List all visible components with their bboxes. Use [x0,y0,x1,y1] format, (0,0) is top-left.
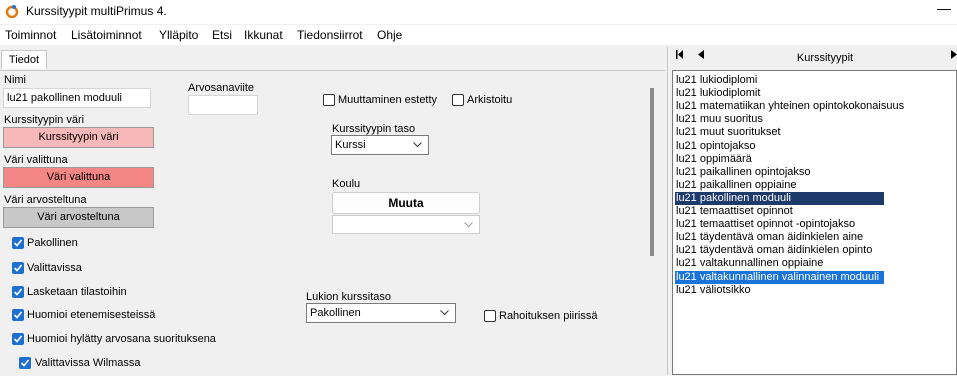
title-bar: Kurssityypit multiPrimus 4. — [0,0,957,24]
menu-yllapito[interactable]: Ylläpito [159,28,198,42]
change-school-button[interactable]: Muuta [332,192,480,214]
list-item[interactable]: lu21 muut suoritukset [675,126,781,139]
name-label: Nimi [4,74,26,86]
graded-color-label: Väri arvosteltuna [4,194,87,206]
list-item[interactable]: lu21 lukiodiplomi [675,74,757,87]
course-color-button[interactable]: Kurssityypin väri [3,127,154,148]
list-item[interactable]: lu21 oppimäärä [675,153,752,166]
menu-toiminnot[interactable]: Toiminnot [5,28,56,42]
huomioi-eten-label: Huomioi etenemisesteissä [27,309,156,321]
menu-etsi[interactable]: Etsi [212,28,232,42]
rahoitus-label: Rahoituksen piirissä [499,310,598,322]
list-item[interactable]: lu21 muu suoritus [675,113,763,126]
muuttaminen-checkbox[interactable] [323,94,335,106]
pakollinen-checkbox[interactable] [12,237,24,249]
tab-tiedot[interactable]: Tiedot [1,50,47,69]
course-type-list[interactable]: lu21 lukiodiplomi lu21 lukiodiplomit lu21 … [672,70,957,375]
lukio-level-value: Pakollinen [310,307,361,319]
grade-suffix-input[interactable] [188,95,258,115]
window-title: Kurssityypit multiPrimus 4. [26,4,167,18]
selected-color-button[interactable]: Väri valittuna [3,167,154,188]
prev-icon[interactable] [698,50,704,62]
list-item[interactable]: lu21 temaattiset opinnot -opintojakso [675,218,855,231]
valittavissa-checkbox[interactable] [12,262,24,274]
minimize-button[interactable]: — [937,0,951,16]
first-page-icon[interactable] [676,50,684,62]
menu-ikkunat[interactable]: Ikkunat [244,28,283,42]
menu-bar: Toiminnot Lisätoiminnot Ylläpito Etsi Ik… [0,25,957,45]
list-item[interactable]: lu21 valtakunnallinen oppiaine [675,257,823,270]
grade-suffix-label: Arvosanaviite [188,82,255,94]
next-icon[interactable] [951,50,957,62]
app-icon [5,5,19,18]
tab-strip: Tiedot [0,47,670,69]
huomioi-hylatty-checkbox[interactable] [12,333,24,345]
muuttaminen-label: Muuttaminen estetty [338,94,438,106]
panel-divider [667,47,668,375]
school-label: Koulu [332,178,361,190]
list-item[interactable]: lu21 pakollinen moduuli [674,190,885,206]
list-title: Kurssityypit [796,52,854,64]
list-item[interactable]: lu21 valtakunnallinen valinnainen moduul… [675,270,884,284]
menu-ohje[interactable]: Ohje [377,28,402,42]
lukio-level-select[interactable]: Pakollinen [306,303,456,323]
menu-tiedonsiirrot[interactable]: Tiedonsiirrot [297,28,363,42]
name-input[interactable]: lu21 pakollinen moduuli [3,88,151,108]
list-item[interactable]: lu21 opintojakso [675,140,756,153]
list-item[interactable]: lu21 täydentävä oman äidinkielen aine [675,231,863,244]
chevron-down-icon [413,142,422,148]
lasketaan-label: Lasketaan tilastoihin [27,286,127,298]
chevron-down-icon [440,310,449,316]
level-label: Kurssityypin taso [332,123,416,135]
course-color-label: Kurssityypin väri [4,114,85,126]
arkistoitu-label: Arkistoitu [467,94,513,106]
list-item[interactable]: lu21 temaattiset opinnot [675,205,793,218]
lukio-level-label: Lukion kurssitaso [306,291,391,303]
selected-color-label: Väri valittuna [4,154,68,166]
school-select[interactable] [332,215,480,234]
list-item[interactable]: lu21 paikallinen oppiaine [675,179,796,192]
graded-color-button[interactable]: Väri arvosteltuna [3,207,154,228]
wilma-label: Valittavissa Wilmassa [35,357,141,369]
list-item[interactable]: lu21 paikallinen opintojakso [675,166,811,179]
list-item[interactable]: lu21 väliotsikko [675,284,751,297]
lasketaan-checkbox[interactable] [12,286,24,298]
level-select[interactable]: Kurssi [331,135,429,155]
valittavissa-label: Valittavissa [27,262,82,274]
huomioi-eten-checkbox[interactable] [12,309,24,321]
arkistoitu-checkbox[interactable] [452,94,464,106]
pakollinen-label: Pakollinen [27,237,78,249]
level-value: Kurssi [335,139,366,151]
rahoitus-checkbox[interactable] [484,310,496,322]
huomioi-hylatty-label: Huomioi hylätty arvosana suorituksena [27,333,216,345]
wilma-checkbox[interactable] [19,357,31,369]
list-item[interactable]: lu21 matematiikan yhteinen opintokokonai… [675,100,904,113]
list-item[interactable]: lu21 täydentävä oman äidinkielen opinto [675,244,872,257]
form-scrollbar[interactable] [650,88,654,256]
list-navigation: Kurssityypit [670,47,957,69]
menu-lisatoiminnot[interactable]: Lisätoiminnot [71,28,142,42]
chevron-down-icon [464,222,473,228]
list-item[interactable]: lu21 lukiodiplomit [675,87,760,100]
